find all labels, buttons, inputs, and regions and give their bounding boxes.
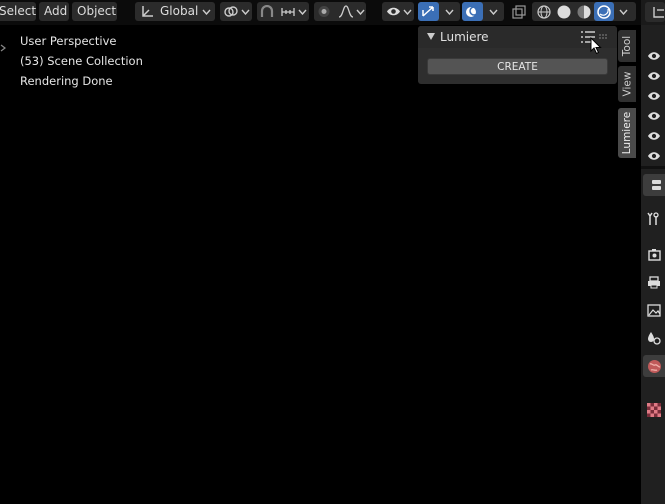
orientation-label: Global (160, 4, 199, 18)
shading-group (532, 2, 636, 21)
wrench-icon (647, 212, 659, 225)
snap-target-dropdown[interactable] (279, 2, 309, 21)
proportional-edit-toggle[interactable] (314, 2, 334, 21)
solid-sphere-icon (557, 5, 571, 19)
proportional-edit-group (314, 2, 366, 21)
chevron-down-icon[interactable] (445, 9, 454, 15)
magnet-icon (260, 5, 274, 17)
chevron-down-icon (202, 9, 211, 15)
properties-tab-scene[interactable] (643, 327, 665, 349)
snap-increment-icon (281, 8, 295, 16)
checker-texture-icon (647, 403, 661, 417)
pivot-point-dropdown[interactable] (220, 2, 252, 21)
visibility-dropdown[interactable] (382, 2, 414, 21)
view-perspective-label: User Perspective (20, 34, 117, 48)
world-icon (647, 359, 661, 373)
xray-icon (511, 4, 526, 19)
left-edge-arrow[interactable] (0, 41, 8, 52)
overlays-group (462, 2, 504, 21)
material-sphere-icon (577, 5, 591, 19)
tab-tool[interactable]: Tool (618, 30, 636, 62)
editor-divider[interactable] (641, 166, 665, 169)
add-menu[interactable]: Add (39, 2, 69, 21)
falloff-dropdown[interactable] (336, 2, 366, 21)
eye-icon[interactable] (647, 71, 661, 81)
eye-icon[interactable] (647, 151, 661, 161)
scene-collection-label: (53) Scene Collection (20, 54, 143, 68)
eye-icon (387, 7, 400, 16)
object-menu[interactable]: Object (72, 2, 117, 21)
properties-tab-tool[interactable] (643, 174, 665, 196)
snap-group (257, 2, 309, 21)
panel-header[interactable]: Lumiere (418, 26, 617, 48)
properties-tab-modifiers[interactable] (643, 208, 665, 230)
create-button[interactable]: CREATE (427, 58, 608, 75)
pivot-icon (224, 6, 238, 17)
chevron-down-icon (403, 9, 412, 15)
transform-orientation-dropdown[interactable]: Global (135, 2, 215, 21)
select-menu[interactable]: Select (0, 2, 36, 21)
viewport-header: Select Add Object Global (0, 0, 665, 25)
overlays-icon (466, 6, 479, 17)
proportional-edit-icon (318, 6, 330, 17)
image-icon (647, 303, 661, 317)
chevron-down-icon[interactable] (619, 9, 628, 15)
tab-lumiere[interactable]: Lumiere (618, 108, 636, 158)
chevron-down-icon[interactable] (489, 9, 498, 15)
wireframe-shading-button[interactable] (534, 2, 554, 21)
solid-shading-button[interactable] (554, 2, 574, 21)
collapse-triangle-icon (427, 33, 435, 40)
gizmo-group (418, 2, 460, 21)
material-shading-button[interactable] (574, 2, 594, 21)
xray-toggle[interactable] (509, 2, 528, 21)
rendered-shading-button[interactable] (594, 2, 614, 21)
chevron-down-icon (298, 9, 307, 15)
chevron-down-icon (356, 9, 365, 15)
camera-back-icon (648, 248, 661, 261)
render-status-label: Rendering Done (20, 74, 113, 88)
eye-icon[interactable] (647, 131, 661, 141)
gizmo-toggle[interactable] (418, 2, 439, 21)
gizmo-icon (422, 6, 434, 17)
snap-toggle[interactable] (257, 2, 277, 21)
editor-type-button[interactable] (645, 2, 665, 22)
properties-tab-texture[interactable] (643, 399, 665, 421)
properties-tab-render[interactable] (643, 243, 665, 265)
scene-icon (648, 332, 661, 345)
tool-settings-icon (652, 180, 661, 190)
tab-view[interactable]: View (618, 66, 636, 102)
properties-tab-output[interactable] (643, 271, 665, 293)
overlays-toggle[interactable] (462, 2, 483, 21)
rendered-sphere-icon (597, 5, 611, 19)
properties-tab-view-layer[interactable] (643, 299, 665, 321)
chevron-right-icon (0, 44, 6, 52)
eye-icon[interactable] (647, 91, 661, 101)
falloff-curve-icon (338, 5, 354, 18)
chevron-down-icon (241, 9, 250, 15)
sidebar-tabs: Tool View Lumiere (617, 26, 639, 166)
printer-icon (648, 275, 660, 288)
orientation-icon (142, 6, 153, 17)
eye-icon[interactable] (647, 51, 661, 61)
properties-tab-world[interactable] (643, 355, 665, 377)
panel-title: Lumiere (440, 30, 489, 44)
eye-icon[interactable] (647, 111, 661, 121)
lumiere-panel: Lumiere CREATE (418, 26, 617, 84)
outliner-icon (653, 7, 664, 18)
wireframe-sphere-icon (537, 5, 551, 19)
mouse-cursor-icon (590, 37, 602, 55)
